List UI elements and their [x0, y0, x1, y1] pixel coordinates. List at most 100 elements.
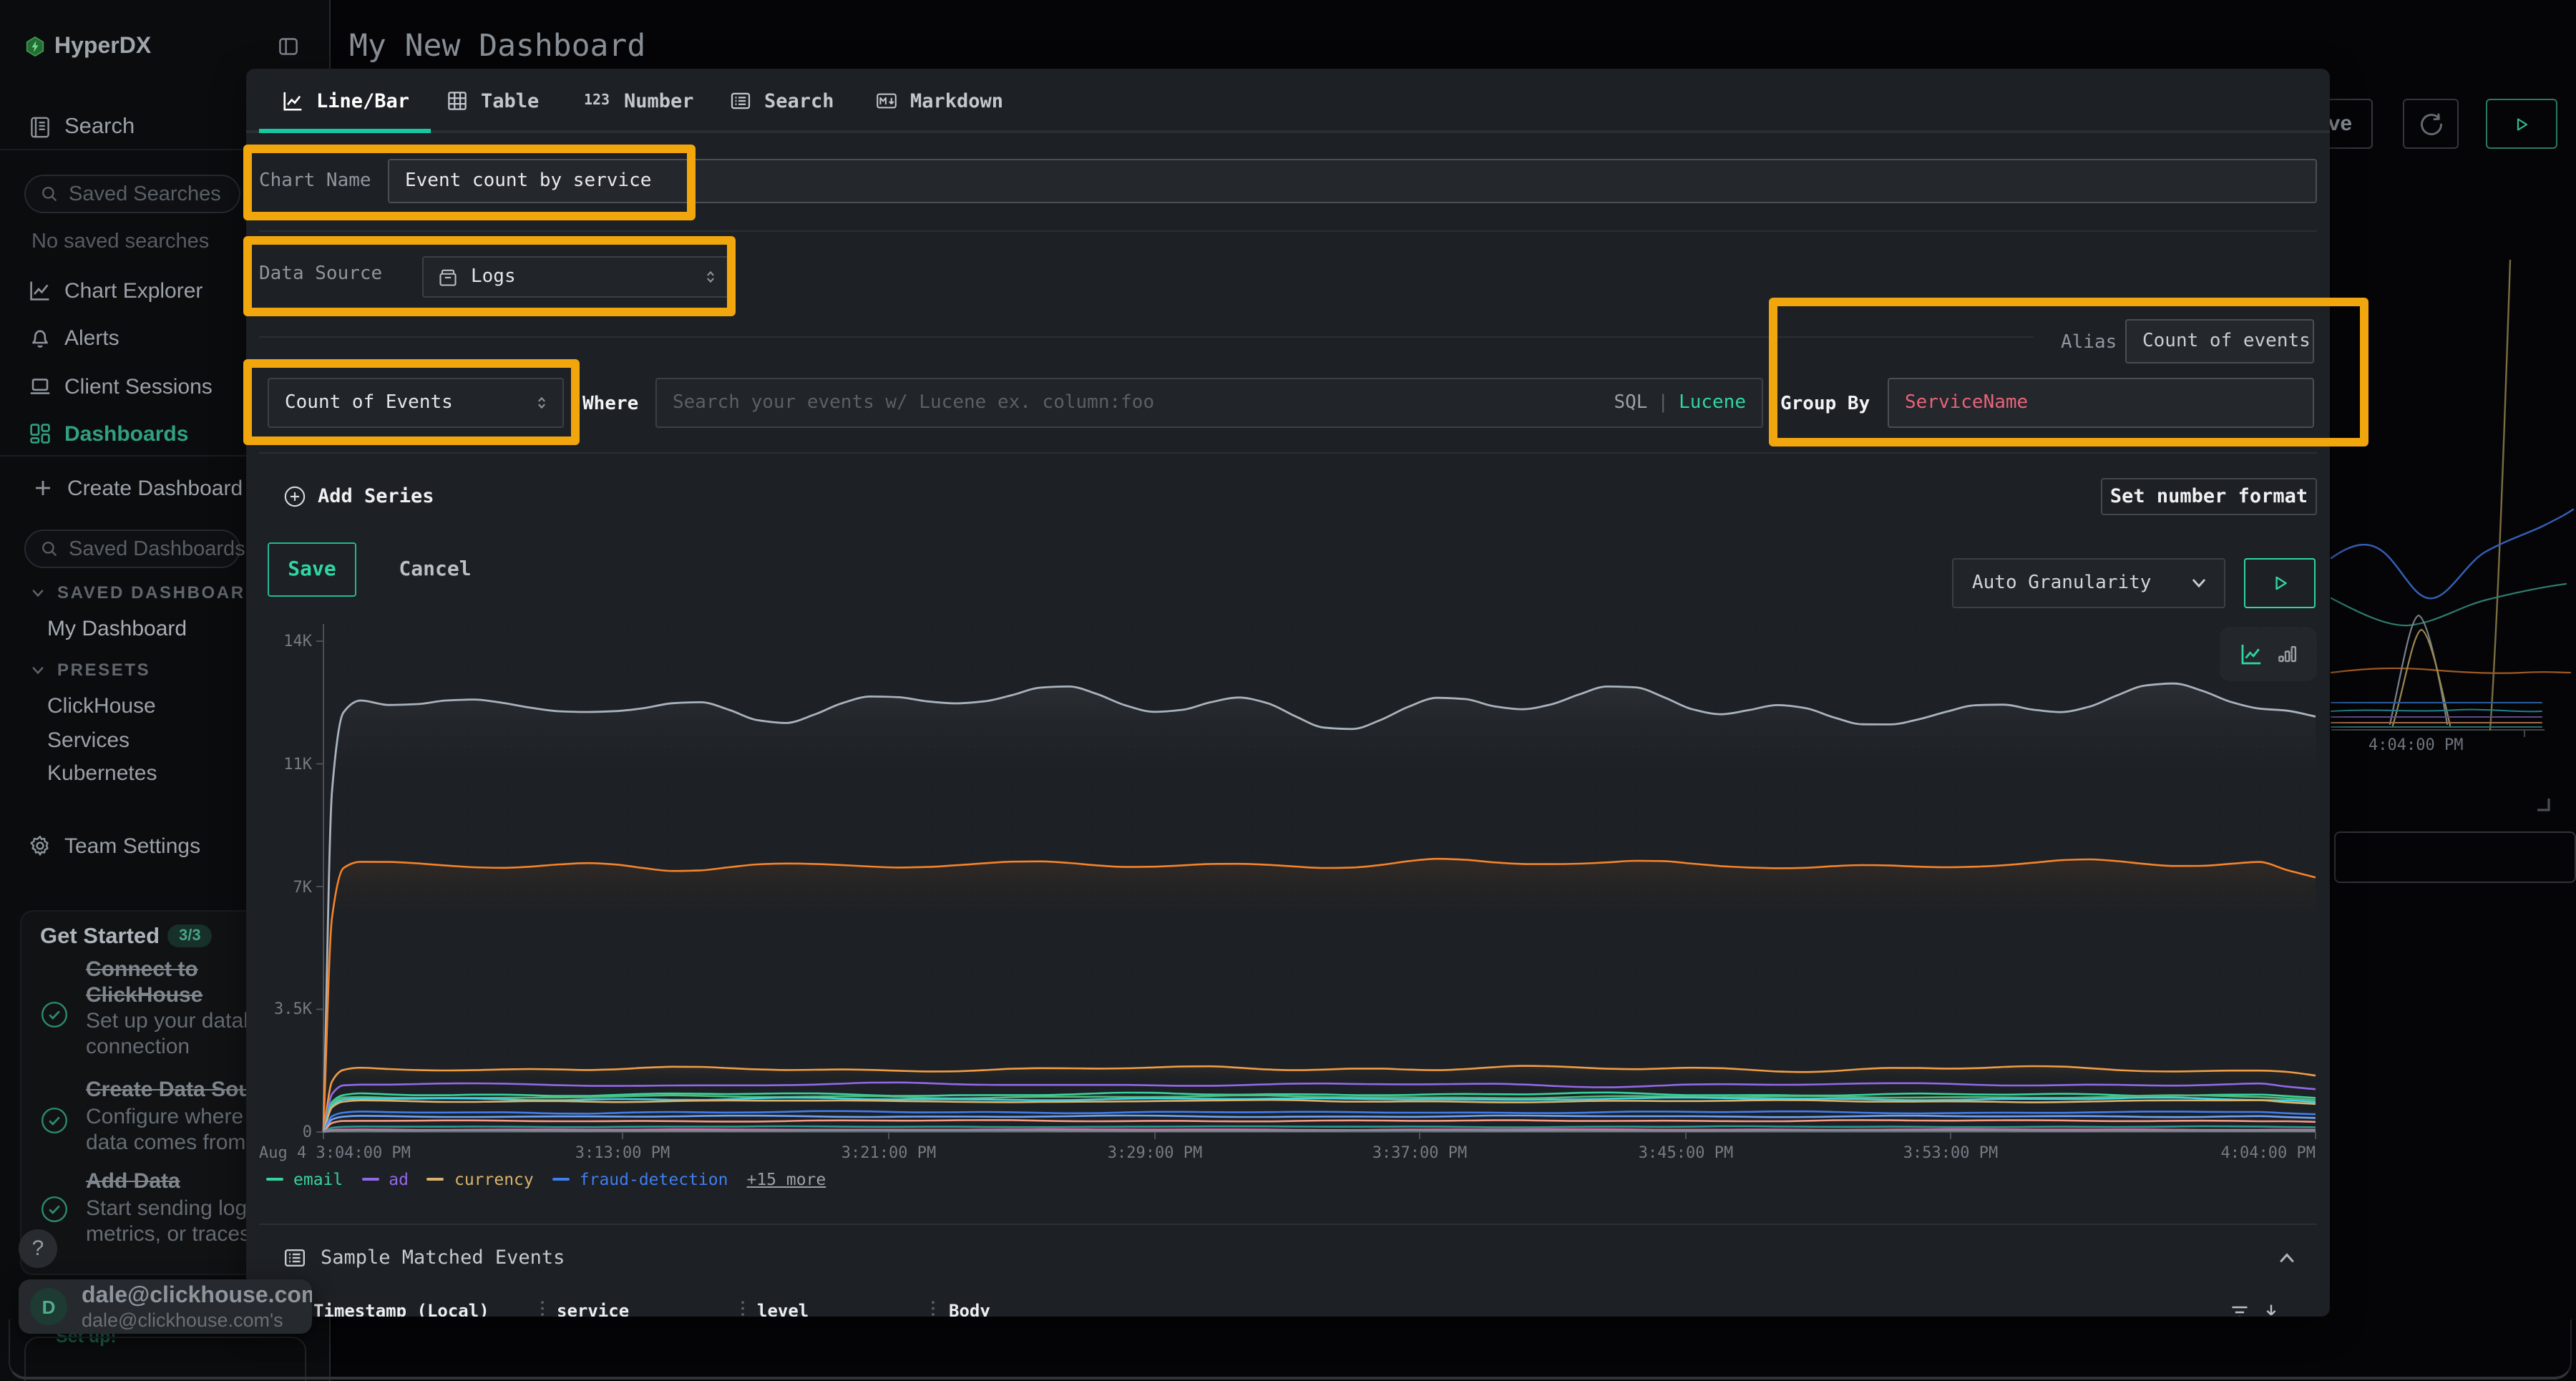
set-number-format-button[interactable]: Set number format: [2101, 478, 2317, 515]
list-icon: [283, 1246, 306, 1269]
active-tab-underline: [259, 129, 431, 133]
legend-swatch: [266, 1178, 283, 1181]
legend-item[interactable]: email: [266, 1169, 343, 1189]
chart-line-icon: [29, 279, 52, 302]
collapse-section-icon[interactable]: [2277, 1248, 2297, 1268]
column-header-service[interactable]: service: [557, 1301, 629, 1317]
x-axis-label: 3:37:00 PM: [1372, 1143, 1467, 1162]
app-root: My New Dashboard Save 4:04:00 PM HyperDX…: [0, 0, 2576, 1381]
background-chart-series: [2331, 584, 2566, 625]
y-axis-label: 14K: [255, 632, 312, 650]
table-icon: [447, 90, 468, 112]
saved-dashboards-placeholder: Saved Dashboards: [69, 537, 245, 560]
cancel-button[interactable]: Cancel: [386, 542, 484, 597]
query-language-toggle: SQL|Lucene: [1614, 392, 1746, 414]
legend-label: fraud-detection: [580, 1169, 728, 1189]
help-button[interactable]: ?: [19, 1229, 57, 1268]
column-header-level[interactable]: level: [757, 1301, 809, 1317]
markdown-icon: [876, 90, 897, 112]
sidebar-item-label: Client Sessions: [64, 374, 213, 399]
download-icon[interactable]: [2261, 1302, 2281, 1317]
saved-searches-input[interactable]: Saved Searches: [24, 175, 240, 213]
modal-chart: 14K11K7K3.5K0Aug 4 3:04:00 PM3:13:00 PM3…: [246, 613, 2330, 1161]
tile-resize-handle[interactable]: [2536, 797, 2550, 811]
refresh-button[interactable]: [2403, 99, 2459, 149]
sidebar-item-preset-services[interactable]: Services: [47, 728, 130, 753]
sql-toggle[interactable]: SQL: [1614, 392, 1647, 414]
tab-label: Line/Bar: [316, 89, 409, 112]
tab-line-bar[interactable]: Line/Bar: [282, 69, 409, 133]
chart-legend: emailad currency fraud-detection +15 more: [266, 1169, 826, 1189]
run-query-button[interactable]: [2244, 558, 2316, 608]
column-header-body[interactable]: Body: [949, 1301, 990, 1317]
modal-tabs: Line/Bar Table 123Number Search Markdown: [246, 69, 2330, 133]
sidebar-collapse-icon[interactable]: [278, 36, 299, 57]
tab-search[interactable]: Search: [730, 69, 834, 133]
get-started-item-subtitle: Configure where yodata comes from: [86, 1105, 272, 1155]
legend-swatch: [361, 1178, 379, 1181]
tab-table[interactable]: Table: [447, 69, 539, 133]
saved-dashboards-section-header[interactable]: SAVED DASHBOARDS: [30, 582, 273, 602]
where-input[interactable]: Search your events w/ Lucene ex. column:…: [655, 378, 1763, 428]
refresh-icon: [2418, 111, 2444, 137]
lucene-toggle[interactable]: Lucene: [1679, 392, 1746, 414]
play-icon: [2270, 574, 2289, 592]
sidebar-item-preset-clickhouse[interactable]: ClickHouse: [47, 694, 156, 718]
x-axis-label: 3:21:00 PM: [841, 1143, 936, 1162]
tab-label: Number: [624, 89, 694, 112]
chevron-down-icon: [2190, 574, 2208, 592]
user-subtitle: dale@clickhouse.com's: [82, 1309, 283, 1331]
legend-label: email: [293, 1169, 343, 1189]
legend-more-link[interactable]: +15 more: [746, 1169, 826, 1189]
get-started-item-title: Add Data: [86, 1169, 180, 1194]
check-circle-icon: [40, 1195, 69, 1224]
list-icon: [730, 90, 751, 112]
section-header-label: SAVED DASHBOARDS: [57, 582, 273, 602]
save-label: Save: [288, 558, 336, 581]
chart-canvas: [246, 613, 2330, 1161]
user-menu-popup[interactable]: D dale@clickhouse.com dale@clickhouse.co…: [19, 1279, 312, 1334]
highlight-data-source: [243, 236, 736, 316]
tab-markdown[interactable]: Markdown: [876, 69, 1003, 133]
get-started-badge: 3/3: [167, 924, 213, 947]
legend-item[interactable]: ad: [361, 1169, 409, 1189]
get-started-title: Get Started: [40, 924, 160, 950]
sidebar-item-label: Dashboards: [64, 421, 188, 446]
legend-item[interactable]: fraud-detection: [552, 1169, 728, 1189]
no-saved-searches-text: No saved searches: [31, 230, 209, 253]
background-chart-series: [2490, 260, 2510, 730]
background-chart-series: [2331, 668, 2570, 673]
dashboard-play-button[interactable]: [2486, 99, 2557, 149]
background-chart-series: [2331, 509, 2573, 598]
saved-dashboards-input[interactable]: Saved Dashboards: [24, 530, 240, 568]
add-series-button[interactable]: Add Series: [283, 485, 434, 508]
column-header-timestamp-local-[interactable]: Timestamp (Local): [313, 1301, 489, 1317]
get-started-item-title: Create Data Sour: [86, 1078, 260, 1103]
set-number-format-label: Set number format: [2110, 485, 2308, 508]
chevron-down-icon: [30, 662, 46, 678]
granularity-value: Auto Granularity: [1972, 572, 2151, 594]
saved-searches-placeholder: Saved Searches: [69, 182, 221, 205]
highlight-group-by: [1769, 298, 2368, 446]
granularity-select[interactable]: Auto Granularity: [1952, 558, 2225, 608]
x-axis-label: 3:29:00 PM: [1108, 1143, 1202, 1162]
search-icon: [40, 540, 59, 558]
get-started-item-title: Connect toClickHouse: [86, 957, 203, 1007]
x-axis-label: Aug 4 3:04:00 PM: [259, 1143, 411, 1162]
sidebar-item-preset-kubernetes[interactable]: Kubernetes: [47, 761, 157, 786]
sidebar-item-my-dashboard[interactable]: My Dashboard: [47, 617, 187, 641]
cancel-label: Cancel: [399, 558, 471, 581]
presets-section-header[interactable]: PRESETS: [30, 660, 150, 680]
legend-item[interactable]: currency: [427, 1169, 534, 1189]
filter-icon[interactable]: [2230, 1302, 2250, 1317]
plus-icon: [31, 477, 54, 499]
create-dashboard-label: Create Dashboard: [67, 476, 243, 500]
divider: [259, 452, 2317, 454]
save-button[interactable]: Save: [268, 542, 356, 597]
page-bottom-frame: [9, 1319, 2572, 1380]
tab-number[interactable]: 123Number: [582, 69, 694, 133]
user-name: dale@clickhouse.com: [82, 1284, 312, 1309]
where-label: Where: [582, 394, 638, 415]
brand-logo: HyperDX: [24, 36, 311, 57]
section-header-label: PRESETS: [57, 660, 150, 680]
